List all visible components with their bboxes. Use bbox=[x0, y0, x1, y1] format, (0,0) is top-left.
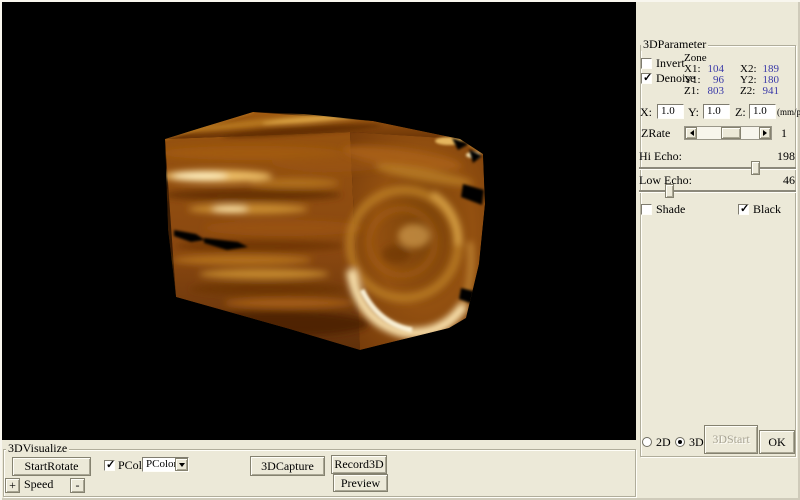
speed-label: Speed bbox=[24, 478, 53, 491]
mode-2d-radio[interactable] bbox=[642, 437, 652, 447]
visualize-group-title: 3DVisualize bbox=[6, 442, 69, 455]
voxel-x-input[interactable]: 1.0 bbox=[657, 104, 684, 119]
voxel-z-input[interactable]: 1.0 bbox=[749, 104, 776, 119]
low-echo-slider-track[interactable] bbox=[639, 190, 796, 192]
zone-z2-label: Z2: bbox=[740, 85, 755, 97]
volume-render-3d bbox=[2, 2, 636, 440]
zrate-scrollbar-thumb[interactable] bbox=[721, 127, 741, 139]
zone-z2-value: 941 bbox=[757, 85, 779, 97]
speed-plus-button[interactable]: + bbox=[5, 478, 20, 493]
zone-z1-label: Z1: bbox=[684, 85, 699, 97]
3dcapture-button[interactable]: 3DCapture bbox=[250, 456, 325, 476]
voxel-x-label: X: bbox=[640, 106, 652, 119]
parameter-group-title: 3DParameter bbox=[641, 38, 708, 51]
record3d-button[interactable]: Record3D bbox=[331, 455, 387, 474]
hi-echo-value: 198 bbox=[768, 150, 795, 163]
voxel-unit-label: (mm/p) bbox=[777, 106, 800, 118]
pcolor-dropdown[interactable]: PColor bbox=[142, 457, 189, 472]
voxel-y-input[interactable]: 1.0 bbox=[703, 104, 730, 119]
invert-checkbox[interactable] bbox=[641, 58, 652, 69]
zrate-scrollbar[interactable] bbox=[684, 126, 772, 140]
pcolor-dropdown-value: PColor bbox=[146, 458, 177, 471]
start-rotate-button[interactable]: StartRotate bbox=[12, 457, 91, 476]
shade-label: Shade bbox=[656, 203, 685, 216]
speed-minus-button[interactable]: - bbox=[70, 478, 85, 493]
invert-label: Invert bbox=[656, 57, 685, 70]
black-checkbox[interactable] bbox=[738, 204, 749, 215]
zone-z1-value: 803 bbox=[702, 85, 724, 97]
dropdown-arrow-icon[interactable] bbox=[175, 458, 188, 471]
ok-button[interactable]: OK bbox=[759, 430, 795, 454]
low-echo-value: 46 bbox=[768, 174, 795, 187]
zrate-right-arrow-icon[interactable] bbox=[759, 127, 771, 139]
zrate-label: ZRate bbox=[641, 127, 670, 140]
zrate-value: 1 bbox=[781, 127, 787, 140]
hi-echo-label: Hi Echo: bbox=[639, 150, 682, 163]
3dstart-button[interactable]: 3DStart bbox=[704, 425, 758, 454]
viewport-3d[interactable] bbox=[2, 2, 636, 440]
preview-button[interactable]: Preview bbox=[333, 474, 388, 492]
hi-echo-slider-thumb[interactable] bbox=[751, 161, 760, 175]
black-label: Black bbox=[753, 203, 781, 216]
mode-2d-label: 2D bbox=[656, 436, 671, 449]
voxel-y-label: Y: bbox=[688, 106, 699, 119]
mode-3d-radio[interactable] bbox=[675, 437, 685, 447]
application-window: 3DParameter Invert Denoise Zone X1: 104 … bbox=[0, 0, 800, 500]
pcolor-checkbox[interactable] bbox=[104, 460, 115, 471]
low-echo-slider-thumb[interactable] bbox=[665, 184, 674, 198]
denoise-checkbox[interactable] bbox=[641, 73, 652, 84]
voxel-z-label: Z: bbox=[735, 106, 746, 119]
mode-3d-label: 3D bbox=[689, 436, 704, 449]
zrate-left-arrow-icon[interactable] bbox=[685, 127, 697, 139]
hi-echo-slider-track[interactable] bbox=[639, 167, 796, 169]
shade-checkbox[interactable] bbox=[641, 204, 652, 215]
